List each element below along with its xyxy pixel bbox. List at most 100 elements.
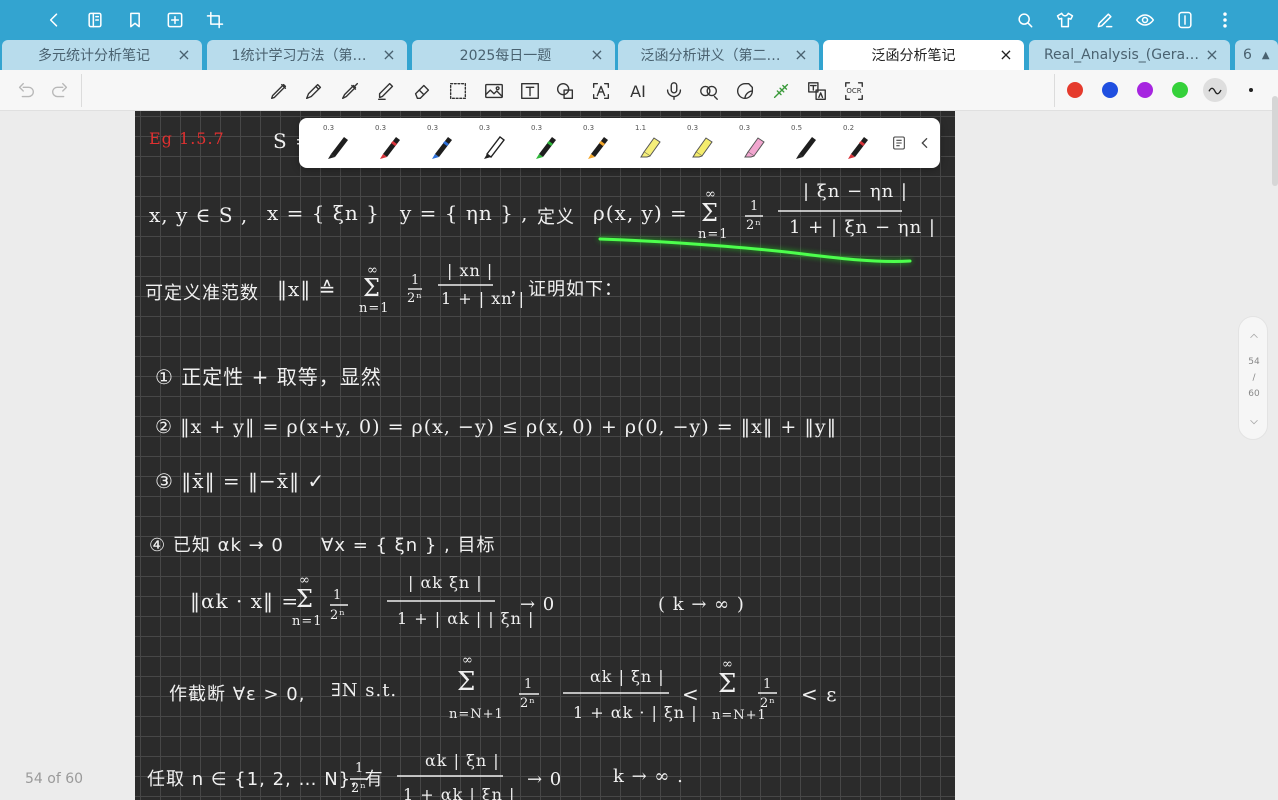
undo-icon[interactable] — [14, 79, 38, 103]
eraser-tool-icon[interactable] — [410, 79, 434, 103]
crop-icon[interactable] — [203, 8, 227, 32]
fraction-denominator: 2ⁿ — [330, 608, 346, 623]
shirt-icon[interactable] — [1053, 8, 1077, 32]
image-tool-icon[interactable] — [482, 79, 506, 103]
tab-item[interactable]: 多元统计分析笔记 × — [2, 40, 202, 70]
close-icon[interactable]: × — [998, 47, 1014, 63]
edge-handle[interactable] — [1272, 96, 1278, 186]
pen-icon — [848, 137, 868, 159]
color-swatch-blue[interactable] — [1102, 82, 1118, 98]
color-swatch-green[interactable] — [1172, 82, 1188, 98]
highlighter-tool-icon[interactable] — [374, 79, 398, 103]
sum-sign: Σ — [363, 274, 381, 302]
pen-preset-9[interactable]: 0.3 — [725, 118, 775, 168]
fraction-denominator: 2ⁿ — [760, 696, 776, 711]
fraction-numerator: 1 — [524, 677, 534, 692]
note-text: | αk ξn | — [408, 573, 483, 592]
color-swatch-red[interactable] — [1067, 82, 1083, 98]
close-icon[interactable]: × — [793, 47, 809, 63]
tab-label: 1统计学习方法（第… — [231, 48, 367, 64]
chevron-down-icon[interactable] — [1247, 415, 1261, 429]
pen-preset-6[interactable]: 0.3 — [569, 118, 619, 168]
pen-preset-7[interactable]: 1.1 — [621, 118, 671, 168]
stroke-width-dot[interactable] — [1249, 88, 1253, 92]
back-icon[interactable] — [42, 8, 66, 32]
note-text: ，证明如下： — [509, 279, 623, 300]
tab-label: 泛函分析讲义（第二… — [640, 48, 781, 64]
chevron-up-icon[interactable] — [1247, 329, 1261, 343]
fraction-numerator: 1 — [355, 761, 365, 776]
more-icon[interactable] — [1213, 8, 1237, 32]
pen-preset-11[interactable]: 0.2 — [829, 118, 879, 168]
note-text: 任取 n ∈ {1, 2, … N}, 有 — [147, 769, 384, 790]
tab-item[interactable]: 1统计学习方法（第… × — [207, 40, 407, 70]
fraction-numerator: 1 — [333, 588, 343, 603]
sum-lower: n=1 — [359, 301, 390, 316]
note-text: x, y ∈ S , — [149, 203, 249, 227]
page-scroll-widget[interactable]: 54 / 60 — [1238, 316, 1268, 440]
redo-icon[interactable] — [48, 79, 72, 103]
sticker-tool-icon[interactable] — [733, 79, 757, 103]
note-text: x = { ξn } — [267, 201, 380, 225]
fraction-denominator: 2ⁿ — [351, 781, 367, 796]
sum-sign: Σ — [296, 585, 314, 613]
pen-preset-2[interactable]: 0.3 — [361, 118, 411, 168]
chevron-up-icon: ▲ — [1261, 49, 1270, 61]
translate-tool-icon[interactable] — [805, 79, 829, 103]
pen-icon — [484, 136, 505, 159]
rho-definition: ρ(x, y) = — [593, 201, 688, 225]
tab-count: 6 — [1243, 47, 1252, 63]
item-2: ② ‖x + y‖ = ρ(x+y, 0) = ρ(x, −y) ≤ ρ(x, … — [155, 416, 838, 438]
note-page[interactable]: Eg 1.5.7 S = x, y ∈ S , x = { ξn } y = {… — [135, 111, 955, 800]
text-recognition-icon[interactable] — [589, 79, 613, 103]
fountain-pen-tool-icon[interactable] — [338, 79, 362, 103]
pen-settings-icon[interactable] — [891, 135, 907, 151]
tab-item[interactable]: 2025每日一题 × — [412, 40, 615, 70]
outline-icon[interactable] — [83, 8, 107, 32]
ai-tool-icon[interactable]: AI — [625, 79, 651, 103]
close-icon[interactable]: × — [381, 47, 397, 63]
note-text: < ε — [801, 682, 838, 706]
panel-icon[interactable] — [1173, 8, 1197, 32]
shape-tool-icon[interactable] — [553, 79, 577, 103]
tab-item[interactable]: 泛函分析讲义（第二… × — [618, 40, 819, 70]
pen-preset-3[interactable]: 0.3 — [413, 118, 463, 168]
note-text: 作截断 ∀ε > 0, — [169, 684, 306, 705]
close-icon[interactable]: × — [176, 47, 192, 63]
spell-tool-icon[interactable] — [697, 79, 721, 103]
pencil-tool-icon[interactable] — [302, 79, 326, 103]
pen-size-label: 0.3 — [531, 124, 543, 132]
lasso-select-icon[interactable] — [446, 79, 470, 103]
pen-preset-5[interactable]: 0.3 — [517, 118, 567, 168]
close-icon[interactable]: × — [589, 47, 605, 63]
eye-icon[interactable] — [1133, 8, 1157, 32]
pen-preset-8[interactable]: 0.3 — [673, 118, 723, 168]
close-icon[interactable]: × — [1204, 47, 1220, 63]
pen-preset-1[interactable]: 0.3 — [309, 118, 359, 168]
collapse-chevron-icon[interactable] — [917, 135, 933, 151]
ocr-tool-icon[interactable]: OCR — [841, 79, 867, 103]
highlighter-icon — [744, 137, 765, 158]
tab-item[interactable]: Real_Analysis_(Gera… × — [1029, 40, 1230, 70]
microphone-icon[interactable] — [662, 79, 686, 103]
tab-count-button[interactable]: 6 ▲ — [1235, 40, 1278, 70]
tab-item-active[interactable]: 泛函分析笔记 × — [823, 40, 1024, 70]
search-icon[interactable] — [1013, 8, 1037, 32]
pen-size-label: 0.5 — [791, 124, 803, 132]
laser-tool-icon[interactable] — [769, 79, 793, 103]
pen-tool-icon[interactable] — [267, 79, 291, 103]
bookmark-icon[interactable] — [123, 8, 147, 32]
color-swatch-purple[interactable] — [1137, 82, 1153, 98]
pen-size-label: 1.1 — [635, 124, 647, 132]
pen-icon — [432, 137, 452, 159]
norm-definition: ‖x‖ ≙ — [277, 277, 337, 301]
highlighter-icon — [692, 137, 713, 158]
stroke-style-button[interactable] — [1203, 78, 1227, 102]
text-tool-icon[interactable] — [518, 79, 542, 103]
pen-preset-10[interactable]: 0.5 — [777, 118, 827, 168]
pen-edit-icon[interactable] — [1093, 8, 1117, 32]
pen-preset-4[interactable]: 0.3 — [465, 118, 515, 168]
add-page-icon[interactable] — [163, 8, 187, 32]
tab-label: 多元统计分析笔记 — [38, 48, 150, 64]
sum-sign: Σ — [457, 667, 477, 697]
